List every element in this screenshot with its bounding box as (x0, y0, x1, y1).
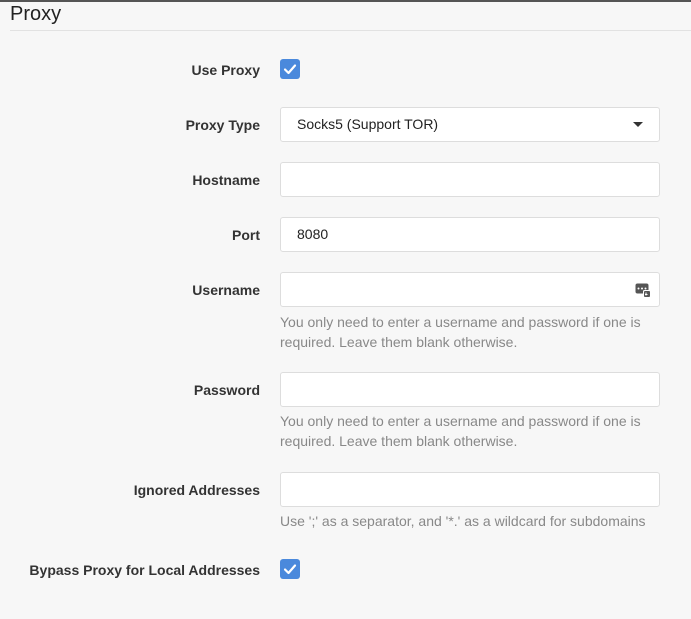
hostname-input[interactable] (280, 162, 660, 197)
ignored-addresses-hint: Use ';' as a separator, and '*.' as a wi… (280, 513, 646, 529)
password-label: Password (193, 382, 260, 398)
ignored-addresses-label: Ignored Addresses (133, 482, 260, 498)
username-hint: You only need to enter a username and pa… (280, 314, 641, 350)
port-input[interactable]: 8080 (280, 217, 660, 252)
top-border (0, 0, 691, 2)
chevron-down-icon (633, 122, 643, 127)
checkmark-icon (283, 564, 297, 575)
section-divider (10, 30, 691, 31)
section-title: Proxy (10, 3, 62, 25)
password-hint: You only need to enter a username and pa… (280, 413, 641, 449)
port-label: Port (232, 227, 260, 243)
bypass-local-checkbox[interactable] (280, 559, 300, 579)
hostname-label: Hostname (192, 172, 260, 188)
password-input[interactable] (280, 372, 660, 407)
checkmark-icon (283, 64, 297, 75)
use-proxy-label: Use Proxy (191, 62, 260, 78)
ignored-addresses-input[interactable] (280, 472, 660, 507)
bypass-local-label: Bypass Proxy for Local Addresses (29, 562, 260, 578)
proxy-type-value: Socks5 (Support TOR) (297, 116, 439, 132)
username-label: Username (192, 282, 260, 298)
username-input[interactable] (280, 272, 660, 307)
proxy-type-select[interactable]: Socks5 (Support TOR) (280, 107, 660, 142)
use-proxy-checkbox[interactable] (280, 59, 300, 79)
password-manager-icon[interactable] (635, 282, 651, 298)
proxy-type-label: Proxy Type (185, 117, 260, 133)
